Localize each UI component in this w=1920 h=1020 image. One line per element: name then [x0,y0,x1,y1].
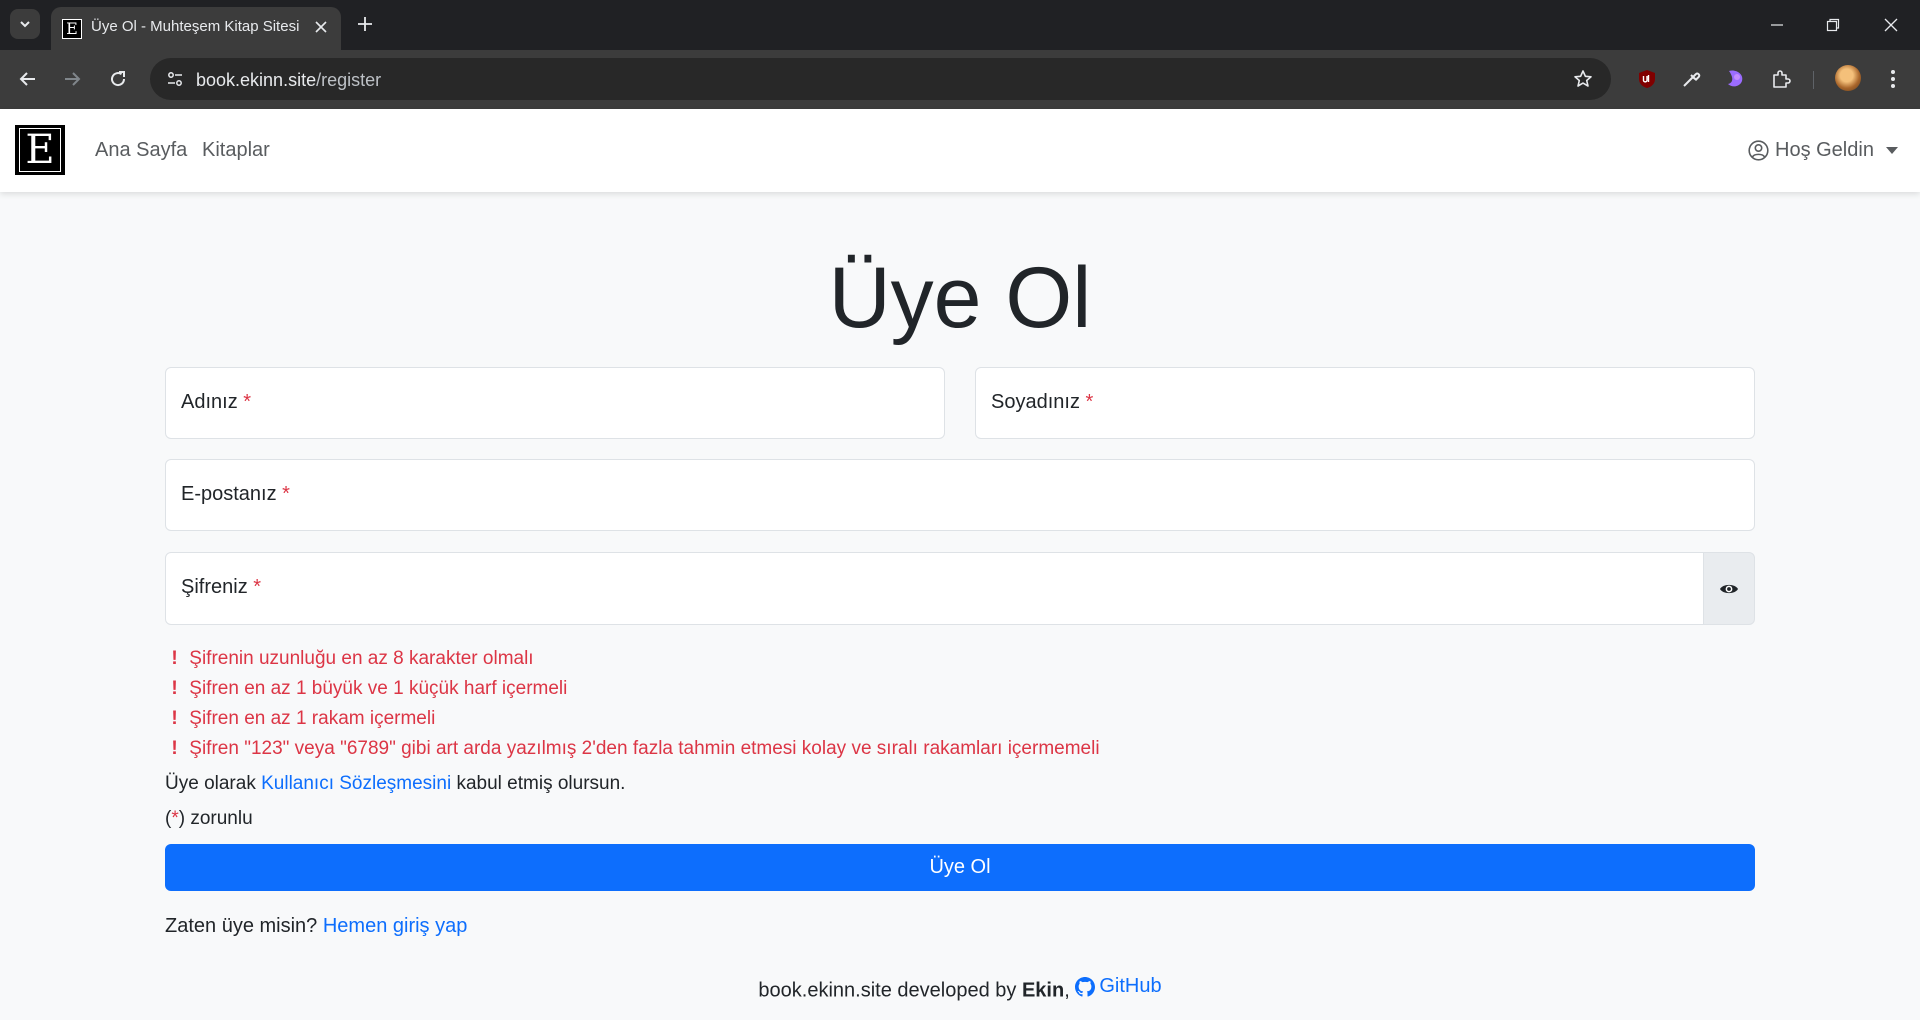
ublock-extension-button[interactable] [1634,66,1660,92]
reload-icon [111,71,126,87]
password-rule: ! Şifren en az 1 büyük ve 1 küçük harf i… [165,677,1100,707]
forward-button[interactable] [57,64,87,94]
password-rules-list: ! Şifrenin uzunluğu en az 8 karakter olm… [165,647,1100,767]
user-menu-dropdown[interactable]: Hoş Geldin [1748,137,1898,163]
required-note-close: ) zorunlu [178,808,253,829]
bookmark-button[interactable] [1571,67,1595,91]
extensions-button[interactable] [1768,66,1794,92]
password-input[interactable] [166,553,1703,624]
github-link[interactable]: GitHub [1075,975,1162,998]
login-prompt: Zaten üye misin? Hemen giriş yap [165,915,467,938]
tab-close-button[interactable] [309,15,333,39]
password-rule: ! Şifren "123" veya "6789" gibi art arda… [165,737,1100,767]
toolbar-separator [1813,71,1814,89]
register-submit-button[interactable]: Üye Ol [165,844,1755,891]
password-rule-text: Şifren en az 1 rakam içermeli [189,708,436,729]
password-rule-text: Şifren "123" veya "6789" gibi art arda y… [189,738,1100,759]
minimize-button[interactable] [1755,10,1799,40]
page-title: Üye Ol [828,250,1092,346]
terms-prefix: Üye olarak [165,773,256,794]
required-mark: * [171,808,179,829]
exclamation-icon: ! [171,708,178,729]
first-name-input[interactable] [166,368,944,438]
ublock-icon [1639,70,1655,88]
footer-text: book.ekinn.site developed by [758,979,1017,1002]
github-icon [1075,976,1096,997]
nav-link-books[interactable]: Kitaplar [202,139,270,162]
password-rule-text: Şifren en az 1 büyük ve 1 küçük harf içe… [189,678,568,699]
brand-letter: E [19,128,61,172]
password-rule: ! Şifrenin uzunluğu en az 8 karakter olm… [165,647,1100,677]
arrow-right-icon [65,72,81,86]
password-rule: ! Şifren en az 1 rakam içermeli [165,707,1100,737]
footer-author: Ekin [1021,979,1065,1002]
brand-logo[interactable]: E [15,125,65,175]
site-navbar: E Ana Sayfa Kitaplar Hoş Geldin [0,109,1920,192]
email-field[interactable]: E-postanız * [165,459,1755,531]
terms-suffix: kabul etmiş olursun. [456,773,626,794]
last-name-field[interactable]: Soyadınız * [975,367,1755,439]
exclamation-icon: ! [171,738,178,759]
reload-button[interactable] [103,64,133,94]
site-footer: book.ekinn.site developed by Ekin, GitHu… [0,975,1920,1003]
browser-menu-button[interactable] [1880,66,1906,92]
profile-avatar[interactable] [1835,65,1861,91]
github-label: GitHub [1099,975,1162,997]
more-vertical-icon [1891,70,1895,88]
tab-search-button[interactable] [10,9,40,39]
password-group: Şifreniz * [165,552,1755,625]
url-text[interactable]: book.ekinn.site/register [196,70,381,91]
favicon-icon: E [62,19,82,39]
tune-icon [168,72,182,86]
address-bar[interactable]: book.ekinn.site/register [150,58,1611,100]
user-menu-label: Hoş Geldin [1775,138,1874,161]
browser-toolbar: book.ekinn.site/register [0,50,1920,109]
site-info-button[interactable] [162,66,188,92]
palette-icon [1728,70,1743,87]
exclamation-icon: ! [171,678,178,699]
back-button[interactable] [13,64,43,94]
plus-icon [358,17,372,31]
browser-tab-bar: E Üye Ol - Muhteşem Kitap Sitesi [0,0,1920,50]
login-link[interactable]: Hemen giriş yap [323,915,468,937]
arrow-left-icon [19,72,35,86]
puzzle-icon [1773,70,1791,88]
caret-down-icon [1885,146,1898,154]
url-path: /register [316,70,382,90]
close-icon [315,21,327,33]
user-agreement-link[interactable]: Kullanıcı Sözleşmesini [261,773,451,794]
browser-tab-active[interactable]: E Üye Ol - Muhteşem Kitap Sitesi [51,7,341,50]
last-name-input[interactable] [976,368,1754,438]
password-rule-text: Şifrenin uzunluğu en az 8 karakter olmal… [189,648,534,669]
exclamation-icon: ! [171,648,178,669]
required-fields-note: (*) zorunlu [165,808,253,830]
color-extension-button[interactable] [1722,66,1748,92]
email-input[interactable] [166,460,1754,530]
star-icon [1574,70,1592,87]
nav-link-home[interactable]: Ana Sayfa [95,139,187,162]
new-tab-button[interactable] [352,11,378,37]
footer-separator: , [1064,979,1070,1002]
close-icon [1884,18,1898,32]
eyedropper-icon [1683,72,1701,87]
url-host: book.ekinn.site [196,70,317,90]
eyedropper-extension-button[interactable] [1678,66,1704,92]
first-name-field[interactable]: Adınız * [165,367,945,439]
tab-title: Üye Ol - Muhteşem Kitap Sitesi [91,18,300,35]
user-circle-icon [1748,139,1769,161]
toggle-password-visibility-button[interactable] [1703,552,1755,625]
eye-icon [1720,584,1738,593]
close-window-button[interactable] [1869,10,1913,40]
minimize-icon [1771,24,1783,26]
chevron-down-icon [20,21,30,28]
restore-icon [1826,18,1840,32]
restore-button[interactable] [1811,10,1855,40]
terms-notice: Üye olarak Kullanıcı Sözleşmesini kabul … [165,773,625,795]
password-field[interactable]: Şifreniz * [165,552,1704,625]
login-prompt-text: Zaten üye misin? [165,915,318,937]
